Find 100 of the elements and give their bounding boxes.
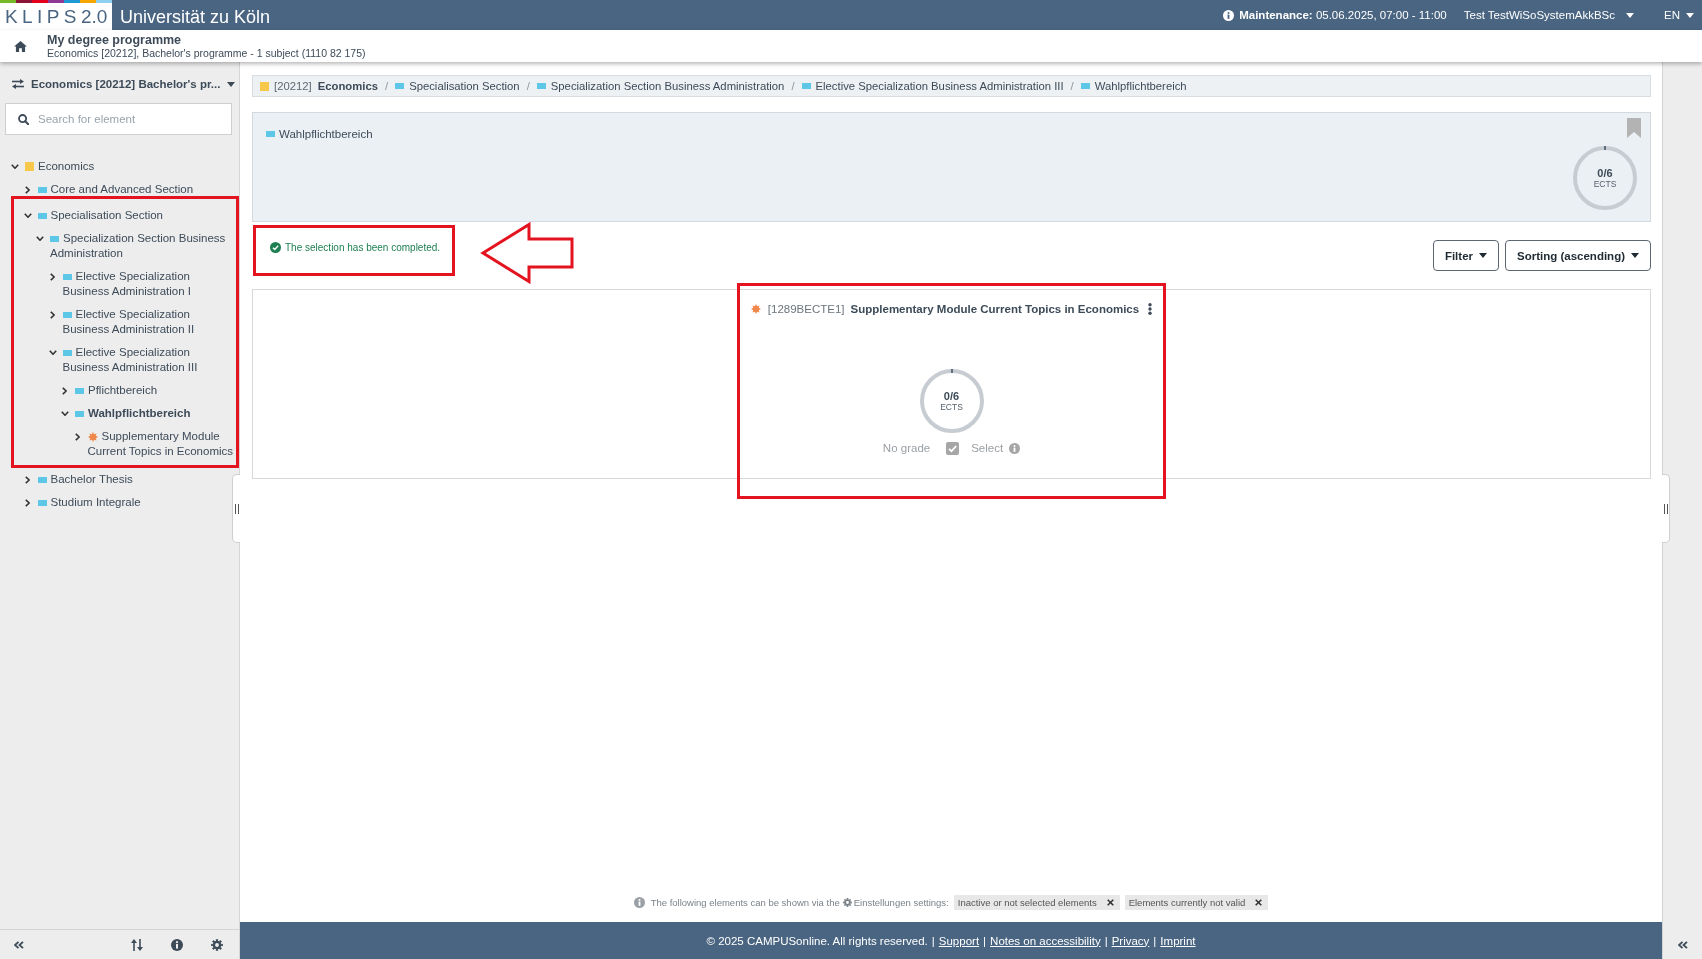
footer-separator: | xyxy=(983,934,987,947)
caret-icon xyxy=(1626,12,1634,18)
tree-item-label[interactable]: Specialisation Section xyxy=(37,208,235,223)
dropdown-button[interactable]: Filter xyxy=(1432,240,1499,271)
tree-item-label[interactable]: Specialization Section Business Administration xyxy=(50,231,235,261)
module-title[interactable]: Supplementary Module Current Topics in Economics xyxy=(850,301,1140,317)
section-title: Wahlpflichtbereich xyxy=(279,127,373,141)
chevron-down-icon[interactable] xyxy=(36,236,44,241)
user-menu[interactable]: Test TestWiSoSystemAkkBSc xyxy=(1463,9,1634,21)
sort-icon[interactable] xyxy=(131,938,143,951)
language-menu[interactable]: EN xyxy=(1664,9,1694,21)
chevron-down-icon[interactable] xyxy=(11,164,19,169)
resize-handle[interactable] xyxy=(232,474,240,543)
star-icon xyxy=(750,304,761,314)
chevron-right-icon[interactable] xyxy=(24,475,30,484)
breadcrumb-separator: / xyxy=(526,80,530,92)
footer-separator: | xyxy=(931,934,935,947)
search-icon xyxy=(18,114,29,125)
ects-value: 0/6 xyxy=(1597,167,1613,179)
chevron-right-icon[interactable] xyxy=(49,310,55,319)
tree-item-label[interactable]: Core and Advanced Section xyxy=(37,182,227,197)
rectangle-icon xyxy=(536,83,546,89)
footer-link[interactable]: Support xyxy=(938,934,980,947)
caret-icon xyxy=(1686,12,1694,18)
info-icon xyxy=(1223,9,1235,21)
info-icon xyxy=(633,897,645,908)
checkbox[interactable] xyxy=(946,441,960,455)
chevron-right-icon[interactable] xyxy=(62,386,67,395)
rectangle-icon xyxy=(801,83,811,89)
page-title: My degree programme xyxy=(47,33,183,47)
tree-item-label[interactable]: Elective Specialization Business Administration II xyxy=(62,307,235,337)
footer-link[interactable]: Privacy xyxy=(1111,934,1150,947)
chevron-right-icon[interactable] xyxy=(24,185,30,194)
breadcrumb-link[interactable]: Specialisation Section xyxy=(409,80,520,92)
chevron-down-icon[interactable] xyxy=(61,411,69,416)
square-icon xyxy=(25,162,34,171)
rectangle-icon xyxy=(395,83,405,89)
breadcrumb-link[interactable]: Wahlpflichtbereich xyxy=(1094,80,1187,92)
info-icon xyxy=(171,938,183,951)
progress-ring xyxy=(1573,146,1637,210)
rectangle-icon xyxy=(37,186,47,193)
rectangle-icon xyxy=(62,311,72,318)
tree-item-label[interactable]: Elective Specialization Business Administration III xyxy=(62,345,235,375)
hint-text: The following elements can be shown via the xyxy=(650,897,840,908)
footer-separator: | xyxy=(1153,934,1157,947)
tree-item-label[interactable]: Pflichtbereich xyxy=(75,383,235,398)
kebab-menu-icon[interactable] xyxy=(1148,303,1153,315)
tree-item-label[interactable]: Economics xyxy=(25,159,227,174)
tree-item-label[interactable]: Bachelor Thesis xyxy=(37,472,227,487)
settings-icon[interactable] xyxy=(211,938,223,951)
search-field[interactable]: Search for element xyxy=(5,103,232,135)
tree-item-label[interactable]: Supplementary Module Current Topics in Economics xyxy=(87,429,235,459)
chevron-right-icon[interactable] xyxy=(24,498,30,507)
ects-value: 0/6 xyxy=(943,390,960,402)
rectangle-icon xyxy=(62,273,72,280)
close-icon[interactable] xyxy=(1255,899,1263,906)
breadcrumb-link[interactable]: Economics xyxy=(317,80,378,92)
module-code: [1289BECTE1] xyxy=(767,302,845,317)
breadcrumb-link[interactable]: Elective Specialization Business Administration III xyxy=(815,80,1064,92)
double-chevron-left-icon[interactable] xyxy=(1677,940,1688,949)
maintenance-notice: Maintenance: 05.06.2025, 07:00 - 11:00 xyxy=(1239,9,1447,21)
chevron-down-icon[interactable] xyxy=(23,213,32,218)
info-icon xyxy=(1009,442,1021,454)
university-name: Universität zu Köln xyxy=(120,6,271,29)
rectangle-icon xyxy=(50,235,59,242)
progress-ring xyxy=(919,369,984,433)
breadcrumb-code: [20212] xyxy=(274,80,312,92)
home-icon[interactable] xyxy=(14,40,27,52)
ects-unit: ECTS xyxy=(1593,179,1617,189)
tree-item-label[interactable]: Elective Specialization Business Administration I xyxy=(62,269,235,299)
check-circle-icon xyxy=(270,242,281,253)
chevron-right-icon[interactable] xyxy=(74,432,80,441)
rectangle-icon xyxy=(37,212,47,219)
ects-unit: ECTS xyxy=(940,402,963,412)
footer-link[interactable]: Notes on accessibility xyxy=(990,934,1101,947)
chevron-right-icon[interactable] xyxy=(49,272,55,281)
footer-link[interactable]: Imprint xyxy=(1160,934,1196,947)
rectangle-icon xyxy=(37,476,47,483)
programme-switcher[interactable]: Economics [20212] Bachelor's pr... xyxy=(12,73,236,95)
tree-item-label[interactable]: Wahlpflichtbereich xyxy=(75,406,235,421)
rectangle-icon xyxy=(75,410,84,417)
star-icon xyxy=(87,431,98,442)
hint-text: Einstellungen settings: xyxy=(853,897,949,908)
breadcrumb-link[interactable]: Specialization Section Business Administration xyxy=(550,80,785,92)
tree-item-label[interactable]: Studium Integrale xyxy=(37,495,227,510)
app-logo[interactable]: KLIPS 2.0 xyxy=(0,0,112,30)
settings-icon xyxy=(842,898,852,907)
rectangle-icon xyxy=(62,349,72,356)
footer-separator: | xyxy=(1104,934,1108,947)
success-message: The selection has been completed. xyxy=(285,241,441,254)
close-icon[interactable] xyxy=(1106,899,1114,906)
chevron-down-icon[interactable] xyxy=(48,350,57,355)
caret-icon xyxy=(1631,253,1639,258)
resize-handle[interactable] xyxy=(1662,474,1670,543)
breadcrumb-separator: / xyxy=(791,80,795,92)
swap-icon xyxy=(12,79,24,89)
rectangle-icon xyxy=(266,131,275,137)
double-chevron-left-icon[interactable] xyxy=(14,940,24,949)
dropdown-button[interactable]: Sorting (ascending) xyxy=(1505,240,1651,271)
copyright-text: © 2025 CAMPUSonline. All rights reserved. xyxy=(706,934,928,947)
